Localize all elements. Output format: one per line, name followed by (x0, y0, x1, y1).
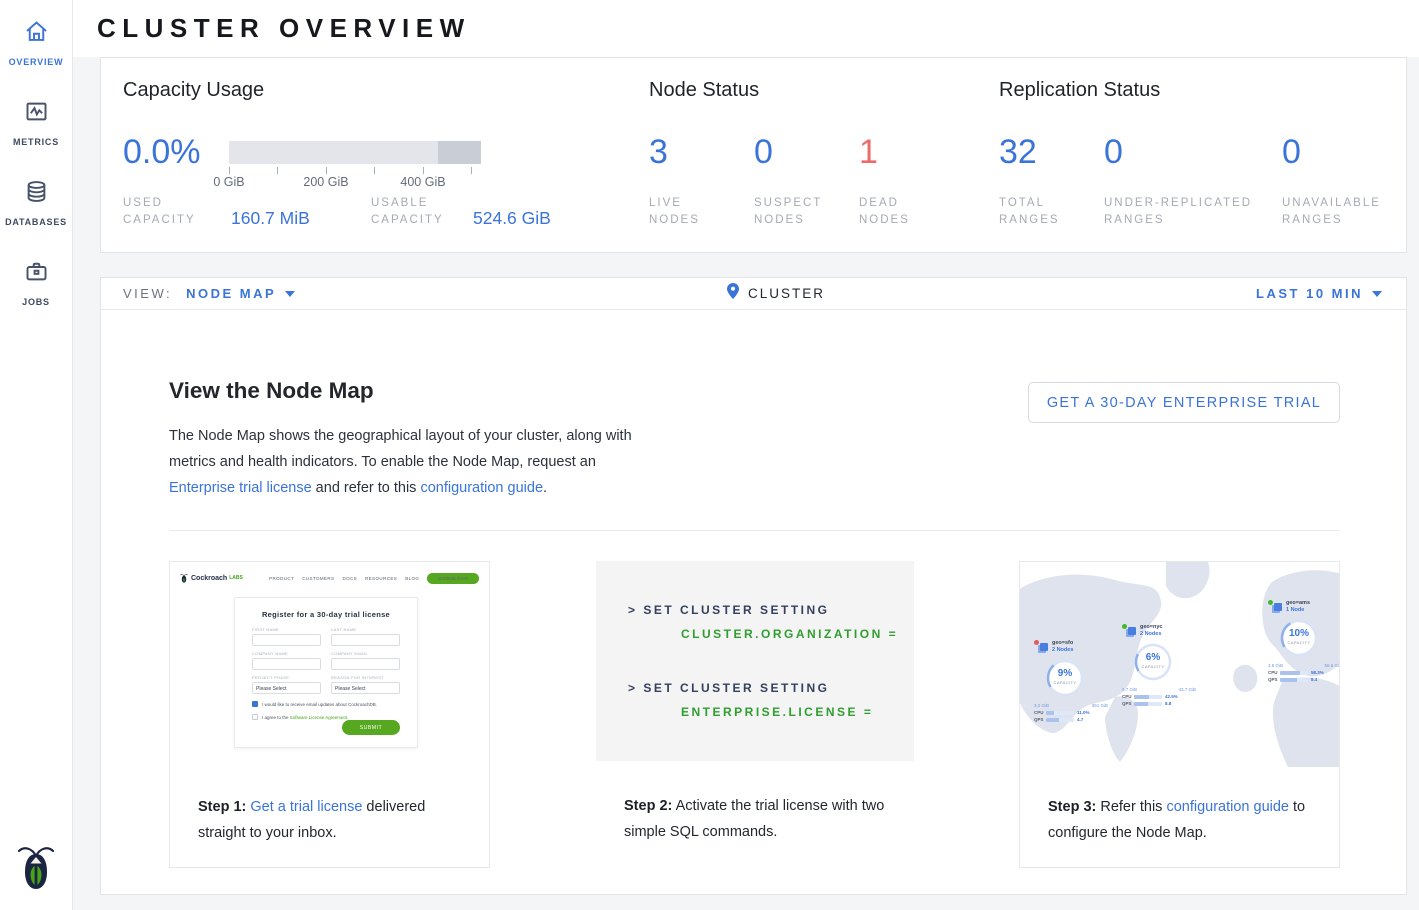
view-selector-dropdown[interactable]: NODE MAP (186, 286, 295, 301)
sidebar-item-metrics[interactable]: METRICS (0, 98, 72, 147)
node-map-heading: View the Node Map (169, 378, 374, 404)
sidebar-item-databases[interactable]: DATABASES (0, 178, 72, 227)
capacity-bar-available (229, 141, 438, 164)
used-capacity-value: 160.7 MiB (231, 208, 310, 229)
node-map-screenshot: geo=sfo2 Nodes 9% CAPACITY 3.2 GiB351 Gi… (1020, 562, 1339, 767)
nodes-cube-icon (1040, 643, 1048, 651)
time-range-dropdown[interactable]: LAST 10 MIN (1256, 286, 1382, 301)
sidebar-item-label: JOBS (22, 297, 50, 307)
cluster-breadcrumb: CLUSTER (727, 283, 825, 304)
mini-cockroach-logo: Cockroach LABS (180, 573, 243, 584)
chevron-down-icon (1372, 291, 1382, 297)
unavailable-ranges-value: 0 (1282, 133, 1301, 172)
step-1-card: Cockroach LABS PRODUCT CUSTOMERS DOCS RE… (169, 561, 490, 868)
dead-nodes-value: 1 (859, 133, 878, 172)
unavailable-ranges-label: UNAVAILABLERANGES (1282, 195, 1381, 229)
mini-checkbox-checked (252, 701, 258, 707)
under-replicated-ranges-value: 0 (1104, 133, 1123, 172)
usable-capacity-label: USABLECAPACITY (371, 195, 444, 229)
trial-registration-form: Register for a 30-day trial license FIRS… (234, 597, 418, 748)
replication-status-title: Replication Status (999, 79, 1160, 102)
database-icon (23, 178, 50, 210)
configuration-guide-link[interactable]: configuration guide (1166, 799, 1289, 815)
trial-registration-screenshot: Cockroach LABS PRODUCT CUSTOMERS DOCS RE… (170, 562, 489, 777)
view-label: VIEW: (123, 286, 172, 301)
page-title: CLUSTER OVERVIEW (97, 13, 471, 44)
status-dot-green (1122, 624, 1127, 629)
sidebar-item-label: OVERVIEW (9, 57, 64, 67)
briefcase-icon (23, 258, 50, 290)
get-trial-license-link[interactable]: Get a trial license (250, 799, 362, 815)
mini-download-button: DOWNLOAD (427, 573, 479, 584)
sidebar-item-label: DATABASES (5, 217, 67, 227)
live-nodes-value: 3 (649, 133, 668, 172)
dead-nodes-label: DEADNODES (859, 195, 910, 229)
capacity-percent: 0.0% (123, 133, 201, 172)
cluster-label: CLUSTER (748, 286, 825, 301)
cluster-overview-page: OVERVIEW METRICS DATABASES (0, 0, 1419, 910)
nodes-cube-icon (1274, 603, 1282, 611)
node-map-description: The Node Map shows the geographical layo… (169, 423, 649, 501)
nodes-cube-icon (1128, 627, 1136, 635)
axis-tick-400: 400 GiB (393, 175, 453, 189)
step-3-caption: Step 3: Refer this configuration guide t… (1048, 794, 1322, 846)
total-ranges-value: 32 (999, 133, 1037, 172)
sidebar-item-label: METRICS (13, 137, 59, 147)
mini-form-title: Register for a 30-day trial license (252, 610, 400, 619)
under-replicated-ranges-label: UNDER-REPLICATEDRANGES (1104, 195, 1252, 229)
view-bar: VIEW: NODE MAP CLUSTER LAST 10 MIN (100, 277, 1407, 310)
enterprise-trial-license-link[interactable]: Enterprise trial license (169, 480, 312, 496)
total-ranges-label: TOTALRANGES (999, 195, 1060, 229)
usable-capacity-value: 524.6 GiB (473, 208, 551, 229)
capacity-ring: 9% CAPACITY (1042, 655, 1088, 701)
capacity-ring: 6% CAPACITY (1130, 639, 1176, 685)
capacity-usage-title: Capacity Usage (123, 79, 264, 102)
node-widget-sfo: geo=sfo2 Nodes 9% CAPACITY 3.2 GiB351 Gi… (1034, 640, 1108, 722)
cockroach-labs-logo (16, 844, 56, 892)
divider (169, 530, 1340, 531)
capacity-ring: 10% CAPACITY (1276, 615, 1322, 661)
mini-submit-button: SUBMIT (342, 720, 400, 735)
step-2-caption: Step 2: Activate the trial license with … (624, 793, 898, 845)
suspect-nodes-value: 0 (754, 133, 773, 172)
live-nodes-label: LIVENODES (649, 195, 700, 229)
sidebar-item-overview[interactable]: OVERVIEW (0, 18, 72, 67)
mini-site-nav: PRODUCT CUSTOMERS DOCS RESOURCES BLOG DO… (269, 573, 479, 584)
capacity-bar-reserved (438, 141, 481, 164)
sql-commands-block: > SET CLUSTER SETTING CLUSTER.ORGANIZATI… (596, 561, 914, 761)
step-1-caption: Step 1: Get a trial license delivered st… (198, 794, 472, 846)
node-status-title: Node Status (649, 79, 759, 102)
mini-checkbox-empty (252, 714, 258, 720)
sidebar: OVERVIEW METRICS DATABASES (0, 0, 73, 910)
suspect-nodes-label: SUSPECTNODES (754, 195, 822, 229)
enterprise-trial-button[interactable]: GET A 30-DAY ENTERPRISE TRIAL (1028, 382, 1340, 423)
node-widget-ams: geo=ams1 Node 10% CAPACITY 3.6 GiB56.6 G… (1268, 600, 1339, 682)
metrics-icon (23, 98, 50, 130)
configuration-guide-link[interactable]: configuration guide (420, 480, 543, 496)
node-widget-nyc: geo=nyc2 Nodes 6% CAPACITY 3.7 GiB43.7 G… (1122, 624, 1196, 706)
axis-tick-200: 200 GiB (296, 175, 356, 189)
step-2-card: > SET CLUSTER SETTING CLUSTER.ORGANIZATI… (596, 561, 914, 868)
capacity-bar (229, 141, 481, 164)
sidebar-item-jobs[interactable]: JOBS (0, 258, 72, 307)
chevron-down-icon (285, 291, 295, 297)
map-pin-icon (727, 283, 739, 304)
capacity-axis (229, 167, 481, 175)
node-map-card: View the Node Map The Node Map shows the… (100, 310, 1407, 895)
home-icon (23, 18, 50, 50)
axis-tick-0: 0 GiB (199, 175, 259, 189)
step-3-card: geo=sfo2 Nodes 9% CAPACITY 3.2 GiB351 Gi… (1019, 561, 1340, 868)
status-dot-red (1034, 640, 1039, 645)
status-dot-green (1268, 600, 1273, 605)
summary-panel: Capacity Usage 0.0% 0 GiB 200 GiB 400 Gi… (100, 57, 1407, 253)
used-capacity-label: USEDCAPACITY (123, 195, 196, 229)
